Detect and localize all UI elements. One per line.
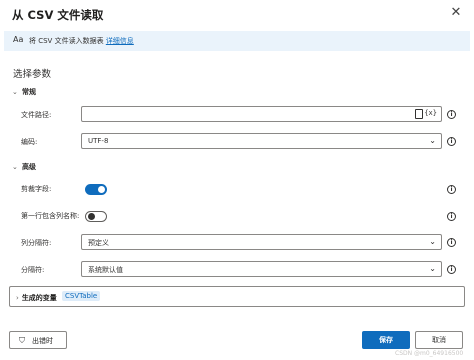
- save-button[interactable]: 保存: [362, 331, 410, 349]
- help-icon[interactable]: i: [447, 212, 456, 221]
- general-group-header[interactable]: ⌄ 常规: [12, 87, 36, 97]
- chevron-right-icon: ›: [16, 294, 19, 302]
- details-link[interactable]: 详细信息: [106, 37, 134, 45]
- info-text: 将 CSV 文件读入数据表 详细信息: [29, 36, 134, 46]
- info-bar: Aa 将 CSV 文件读入数据表 详细信息: [4, 31, 470, 51]
- trim-fields-label: 剪裁字段:: [21, 185, 52, 193]
- variables-produced-label: › 生成的变量: [16, 293, 57, 303]
- column-separator-label: 列分隔符:: [21, 239, 52, 247]
- advanced-group-header[interactable]: ⌄ 高级: [12, 162, 36, 172]
- file-path-label: 文件路径:: [21, 111, 52, 119]
- section-title: 选择参数: [13, 69, 52, 80]
- toggle-knob: [88, 213, 95, 220]
- separator-label: 分隔符:: [21, 266, 45, 274]
- general-heading: 常规: [22, 88, 36, 96]
- on-error-label: 出错时: [32, 337, 53, 345]
- variable-chip[interactable]: CSVTable: [62, 291, 101, 301]
- encoding-value: UTF-8: [88, 137, 109, 145]
- help-icon[interactable]: i: [447, 137, 456, 146]
- variables-produced-panel[interactable]: › 生成的变量 CSVTable: [9, 286, 465, 307]
- file-path-input[interactable]: {x}: [81, 106, 442, 122]
- first-row-names-toggle[interactable]: [85, 211, 107, 222]
- chevron-down-icon: ⌄: [429, 136, 436, 145]
- text-format-icon: Aa: [13, 35, 24, 44]
- on-error-button[interactable]: ⛉ 出错时: [9, 331, 67, 349]
- chevron-down-icon: ⌄: [429, 237, 436, 246]
- separator-select[interactable]: 系统默认值 ⌄: [81, 261, 442, 277]
- separator-value: 系统默认值: [88, 266, 123, 274]
- column-separator-select[interactable]: 预定义 ⌄: [81, 234, 442, 250]
- file-icon[interactable]: [415, 109, 423, 119]
- watermark: CSDN @m0_64916500: [395, 350, 464, 357]
- chevron-down-icon: ⌄: [12, 163, 18, 171]
- shield-icon: ⛉: [19, 336, 25, 345]
- encoding-select[interactable]: UTF-8 ⌄: [81, 133, 442, 149]
- help-icon[interactable]: i: [447, 238, 456, 247]
- cancel-button[interactable]: 取消: [415, 331, 463, 349]
- encoding-label: 编码:: [21, 138, 38, 146]
- first-row-names-label: 第一行包含列名称:: [21, 212, 80, 220]
- chevron-down-icon: ⌄: [12, 88, 18, 96]
- chevron-down-icon: ⌄: [429, 264, 436, 273]
- info-description: 将 CSV 文件读入数据表: [29, 37, 104, 45]
- help-icon[interactable]: i: [447, 265, 456, 274]
- close-icon[interactable]: ✕: [448, 5, 464, 21]
- advanced-heading: 高级: [22, 163, 36, 171]
- variable-icon[interactable]: {x}: [424, 109, 437, 117]
- help-icon[interactable]: i: [447, 110, 456, 119]
- variables-heading: 生成的变量: [21, 294, 57, 302]
- dialog-title: 从 CSV 文件读取: [12, 8, 104, 22]
- toggle-knob: [98, 186, 105, 193]
- help-icon[interactable]: i: [447, 185, 456, 194]
- trim-fields-toggle[interactable]: [85, 184, 107, 195]
- column-separator-value: 预定义: [88, 239, 109, 247]
- dialog-titlebar: 从 CSV 文件读取 ✕: [0, 0, 474, 28]
